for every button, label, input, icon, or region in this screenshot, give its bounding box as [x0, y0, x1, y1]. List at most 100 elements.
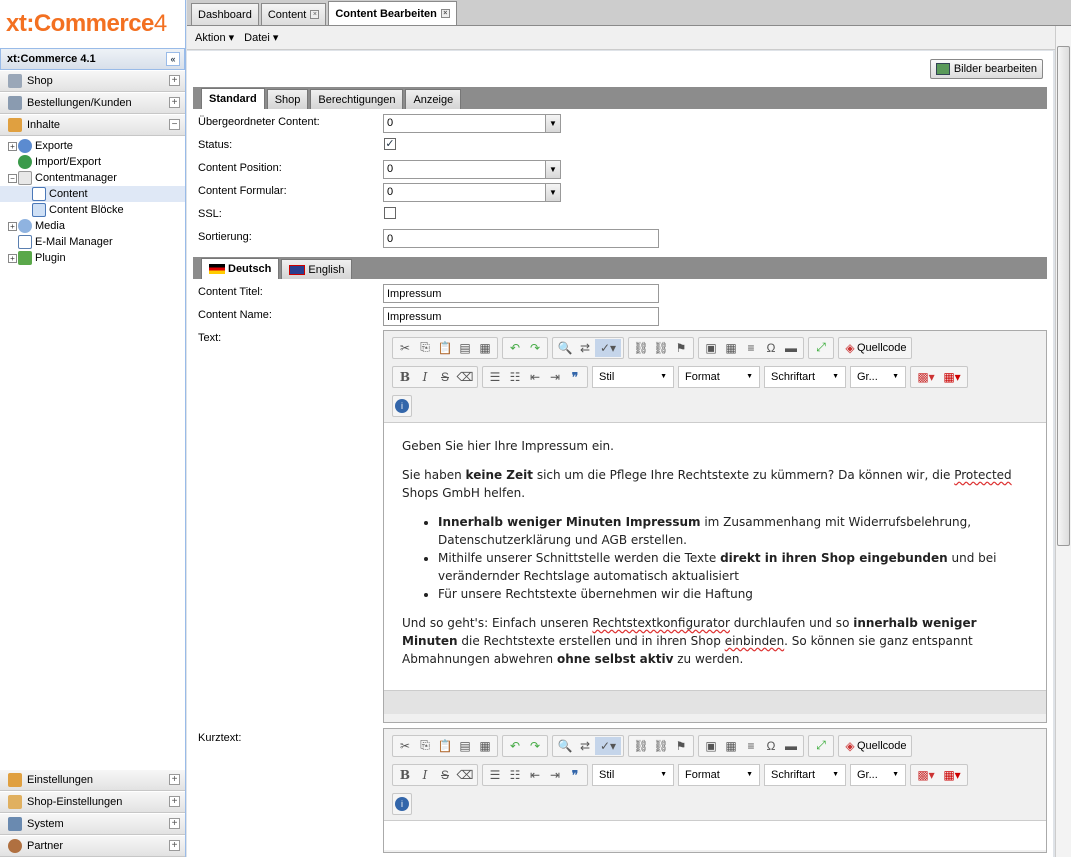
source-button[interactable]: ◈ Quellcode	[838, 336, 912, 359]
menu-datei[interactable]: Datei ▾	[244, 31, 278, 44]
tab-content[interactable]: Content ×	[260, 3, 327, 25]
kurztext-content[interactable]	[384, 820, 1046, 850]
table-icon[interactable]: ▦	[721, 737, 741, 755]
replace-icon[interactable]: ⇄	[575, 737, 595, 755]
text-color-icon[interactable]: ▩▾	[913, 766, 939, 784]
link-icon[interactable]: ⛓	[631, 339, 651, 357]
anchor-icon[interactable]: ⚑	[671, 339, 691, 357]
accordion-einstellungen[interactable]: Einstellungen +	[0, 769, 185, 791]
tab-standard[interactable]: Standard	[201, 88, 265, 109]
tab-english[interactable]: English	[281, 259, 353, 279]
numbered-list-icon[interactable]: ☰	[485, 766, 505, 784]
ssl-checkbox[interactable]	[384, 207, 396, 219]
pagebreak-icon[interactable]: ▬	[781, 339, 801, 357]
tree-item-contentmanager[interactable]: − Contentmanager	[0, 170, 185, 186]
content-name-input[interactable]: Impressum	[383, 307, 659, 326]
copy-icon[interactable]: ⎘	[415, 339, 435, 357]
paste-text-icon[interactable]: ▤	[455, 737, 475, 755]
expand-icon[interactable]: +	[169, 818, 180, 829]
bullet-list-icon[interactable]: ☷	[505, 766, 525, 784]
info-icon[interactable]: i	[395, 796, 409, 811]
tab-berechtigungen[interactable]: Berechtigungen	[310, 89, 404, 109]
expand-icon[interactable]: +	[169, 75, 180, 86]
image-icon[interactable]: ▣	[701, 339, 721, 357]
paste-text-icon[interactable]: ▤	[455, 339, 475, 357]
accordion-bestellungen[interactable]: Bestellungen/Kunden +	[0, 92, 185, 114]
redo-icon[interactable]: ↷	[525, 339, 545, 357]
expand-icon[interactable]: +	[169, 796, 180, 807]
cut-icon[interactable]: ✂	[395, 339, 415, 357]
italic-icon[interactable]: I	[415, 766, 435, 784]
replace-icon[interactable]: ⇄	[575, 339, 595, 357]
anchor-icon[interactable]: ⚑	[671, 737, 691, 755]
tree-item-content[interactable]: Content	[0, 186, 185, 202]
table-icon[interactable]: ▦	[721, 339, 741, 357]
bg-color-icon[interactable]: ▦▾	[939, 766, 965, 784]
bullet-list-icon[interactable]: ☷	[505, 368, 525, 386]
indent-icon[interactable]: ⇥	[545, 368, 565, 386]
maximize-icon[interactable]: ⤢	[811, 737, 831, 755]
tab-deutsch[interactable]: Deutsch	[201, 258, 280, 279]
tree-item-content-bloecke[interactable]: Content Blöcke	[0, 202, 185, 218]
link-icon[interactable]: ⛓	[631, 737, 651, 755]
special-char-icon[interactable]: Ω	[761, 339, 781, 357]
accordion-shop-einstellungen[interactable]: Shop-Einstellungen +	[0, 791, 185, 813]
bilder-bearbeiten-button[interactable]: Bilder bearbeiten	[929, 59, 1043, 79]
find-icon[interactable]: 🔍	[555, 339, 575, 357]
status-checkbox[interactable]: ✓	[384, 138, 396, 150]
undo-icon[interactable]: ↶	[505, 339, 525, 357]
strike-icon[interactable]: S	[435, 766, 455, 784]
redo-icon[interactable]: ↷	[525, 737, 545, 755]
tree-item-plugin[interactable]: + Plugin	[0, 250, 185, 266]
groesse-select[interactable]: Gr... ▼	[850, 763, 906, 786]
stil-select[interactable]: Stil ▼	[592, 763, 674, 786]
cut-icon[interactable]: ✂	[395, 737, 415, 755]
chevron-down-icon[interactable]: ▼	[545, 161, 560, 178]
blockquote-icon[interactable]: ❞	[565, 368, 585, 386]
content-position-select[interactable]: 0 ▼	[383, 160, 561, 179]
strike-icon[interactable]: S	[435, 368, 455, 386]
format-select[interactable]: Format ▼	[678, 365, 760, 388]
unlink-icon[interactable]: ⛓	[651, 339, 671, 357]
paste-word-icon[interactable]: ▦	[475, 339, 495, 357]
tab-dashboard[interactable]: Dashboard	[191, 3, 259, 25]
schriftart-select[interactable]: Schriftart ▼	[764, 763, 846, 786]
bg-color-icon[interactable]: ▦▾	[939, 368, 965, 386]
expand-icon[interactable]: +	[8, 141, 17, 151]
special-char-icon[interactable]: Ω	[761, 737, 781, 755]
accordion-system[interactable]: System +	[0, 813, 185, 835]
pagebreak-icon[interactable]: ▬	[781, 737, 801, 755]
outdent-icon[interactable]: ⇤	[525, 766, 545, 784]
spellcheck-icon[interactable]: ✓▾	[595, 338, 621, 357]
accordion-shop[interactable]: Shop +	[0, 70, 185, 92]
stil-select[interactable]: Stil ▼	[592, 365, 674, 388]
content-formular-select[interactable]: 0 ▼	[383, 183, 561, 202]
expand-icon[interactable]: +	[169, 774, 180, 785]
italic-icon[interactable]: I	[415, 368, 435, 386]
maximize-icon[interactable]: ⤢	[811, 339, 831, 357]
undo-icon[interactable]: ↶	[505, 737, 525, 755]
accordion-inhalte[interactable]: Inhalte −	[0, 114, 185, 136]
source-button[interactable]: ◈ Quellcode	[838, 734, 912, 757]
tree-item-email-manager[interactable]: E-Mail Manager	[0, 234, 185, 250]
expand-icon[interactable]: +	[8, 221, 17, 231]
paste-icon[interactable]: 📋	[435, 737, 455, 755]
expand-icon[interactable]: +	[169, 97, 180, 108]
content-titel-input[interactable]: Impressum	[383, 284, 659, 303]
accordion-partner[interactable]: Partner +	[0, 835, 185, 857]
editor-content[interactable]: Geben Sie hier Ihre Impressum ein. Sie h…	[384, 422, 1046, 690]
close-icon[interactable]: ×	[310, 10, 320, 19]
indent-icon[interactable]: ⇥	[545, 766, 565, 784]
blockquote-icon[interactable]: ❞	[565, 766, 585, 784]
spellcheck-icon[interactable]: ✓▾	[595, 736, 621, 755]
text-color-icon[interactable]: ▩▾	[913, 368, 939, 386]
paste-icon[interactable]: 📋	[435, 339, 455, 357]
format-select[interactable]: Format ▼	[678, 763, 760, 786]
tree-item-media[interactable]: + Media	[0, 218, 185, 234]
bold-icon[interactable]: B	[395, 766, 415, 784]
scrollbar-thumb[interactable]	[1057, 46, 1070, 546]
copy-icon[interactable]: ⎘	[415, 737, 435, 755]
tab-content-bearbeiten[interactable]: Content Bearbeiten ×	[328, 1, 457, 25]
parent-content-select[interactable]: 0 ▼	[383, 114, 561, 133]
unlink-icon[interactable]: ⛓	[651, 737, 671, 755]
